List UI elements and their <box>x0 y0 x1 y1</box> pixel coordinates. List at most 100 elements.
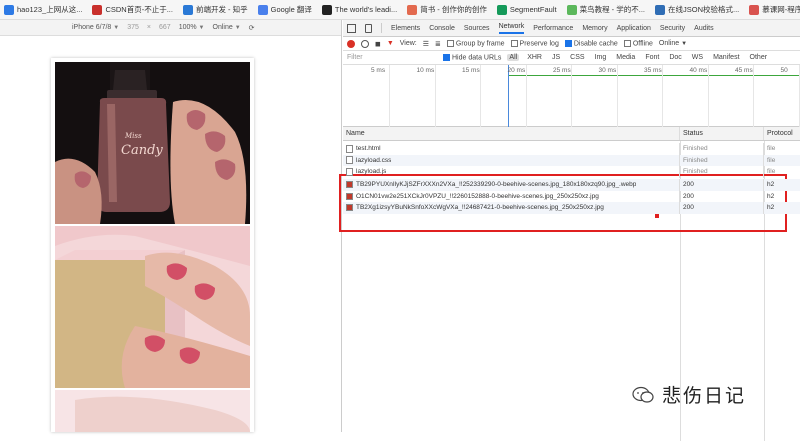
device-pane: iPhone 6/7/8 ▼ 375 × 667 100% ▼ Online ▼… <box>0 20 342 432</box>
request-row[interactable]: test.htmlFinishedfile <box>343 143 800 155</box>
bookmark-label: Google 翻译 <box>271 4 312 15</box>
device-toggle-icon[interactable] <box>365 24 372 33</box>
timeline-gridline <box>435 65 436 127</box>
network-throttle-select[interactable]: Online ▼ <box>213 24 241 31</box>
svg-text:Candy: Candy <box>121 143 163 158</box>
tab-security[interactable]: Security <box>660 25 685 32</box>
timeline-tick-label: 40 ms <box>690 67 708 74</box>
group-by-frame-checkbox[interactable]: Group by frame <box>447 40 505 47</box>
request-name: TB29PYUXnIlyKJjSZFrXXXn2VXa_!!252339290-… <box>356 181 636 188</box>
tab-audits[interactable]: Audits <box>694 25 713 32</box>
bookmark-item[interactable]: 简书 - 创作你的创作 <box>407 4 487 15</box>
bookmark-item[interactable]: 在线JSON校验格式... <box>655 4 739 15</box>
timeline-gridline <box>480 65 481 127</box>
request-row[interactable]: lazyload.cssFinishedfile <box>343 155 800 167</box>
timeline-tick-label: 5 ms <box>371 67 385 74</box>
request-protocol-cell: h2 <box>764 202 800 214</box>
request-protocol-cell: file <box>764 143 800 155</box>
filter-type-ws[interactable]: WS <box>690 54 705 61</box>
zoom-select[interactable]: 100% ▼ <box>179 24 205 31</box>
timeline-tick-label: 50 <box>781 67 788 74</box>
tab-network[interactable]: Network <box>499 23 525 34</box>
bookmark-item[interactable]: hao123_上网从这... <box>4 4 82 15</box>
filter-icon[interactable]: ▼ <box>387 40 394 47</box>
bookmark-item[interactable]: 前端开发 - 知乎 <box>183 4 248 15</box>
bookmark-item[interactable]: Google 翻译 <box>258 4 312 15</box>
throttle-select[interactable]: Online ▼ <box>659 40 687 47</box>
document-file-icon <box>346 168 353 176</box>
clear-icon[interactable] <box>361 40 369 48</box>
filter-type-manifest[interactable]: Manifest <box>711 54 741 61</box>
request-status-cell: Finished <box>680 155 764 167</box>
filter-type-xhr[interactable]: XHR <box>525 54 544 61</box>
bookmark-favicon-icon <box>92 5 102 15</box>
timeline-tick-label: 35 ms <box>644 67 662 74</box>
wechat-logo-icon <box>632 386 654 404</box>
request-name-cell: TB29PYUXnIlyKJjSZFrXXXn2VXa_!!252339290-… <box>343 179 680 191</box>
request-protocol-cell: h2 <box>764 191 800 203</box>
bookmark-favicon-icon <box>407 5 417 15</box>
filter-type-media[interactable]: Media <box>614 54 637 61</box>
filter-type-font[interactable]: Font <box>643 54 661 61</box>
bookmark-item[interactable]: SegmentFault <box>497 5 557 15</box>
request-row[interactable]: TB2Xg1izsyYBuNkSnfoXXcWgVXa_!!24687421-0… <box>343 202 800 214</box>
tab-elements[interactable]: Elements <box>391 25 420 32</box>
bookmark-label: 菜鸟教程 - 学的不... <box>580 4 645 15</box>
bookmark-label: CSDN首页-不止于... <box>105 4 173 15</box>
offline-checkbox[interactable]: Offline <box>624 40 653 47</box>
request-row[interactable]: lazyload.jsFinishedfile <box>343 166 800 178</box>
request-row[interactable]: O1CN01vw2e251XCkJr0VPZU_!!2260152888-0-b… <box>343 191 800 203</box>
column-header-name[interactable]: Name <box>343 127 680 140</box>
timeline-gridline <box>571 65 572 127</box>
tab-memory[interactable]: Memory <box>582 25 607 32</box>
request-row[interactable]: TB29PYUXnIlyKJjSZFrXXXn2VXa_!!252339290-… <box>343 179 800 191</box>
bookmark-item[interactable]: 菜鸟教程 - 学的不... <box>567 4 645 15</box>
bookmark-item[interactable]: 慕课网-程序员的梦... <box>749 4 800 15</box>
disable-cache-checkbox[interactable]: Disable cache <box>565 40 618 47</box>
filter-type-other[interactable]: Other <box>748 54 770 61</box>
tab-application[interactable]: Application <box>617 25 651 32</box>
image-file-icon <box>346 193 353 200</box>
waterfall-view-icon[interactable]: ≣ <box>435 40 441 48</box>
bookmark-favicon-icon <box>567 5 577 15</box>
device-width-input[interactable]: 375 <box>127 24 139 31</box>
filter-type-img[interactable]: Img <box>593 54 609 61</box>
filter-input[interactable]: Filter <box>347 54 437 61</box>
bookmarks-bar: hao123_上网从这... CSDN首页-不止于... 前端开发 - 知乎 Goog… <box>0 0 800 20</box>
filter-type-all[interactable]: All <box>507 54 519 61</box>
filter-type-js[interactable]: JS <box>550 54 562 61</box>
list-view-icon[interactable]: ☰ <box>423 40 429 48</box>
inspect-element-icon[interactable] <box>347 24 356 33</box>
bookmark-favicon-icon <box>749 5 759 15</box>
tab-sources[interactable]: Sources <box>464 25 490 32</box>
request-name-cell: TB2Xg1izsyYBuNkSnfoXXcWgVXa_!!24687421-0… <box>343 202 680 214</box>
chevron-down-icon: ▼ <box>235 25 241 31</box>
bookmark-item[interactable]: The world's leadi... <box>322 5 397 15</box>
column-header-status[interactable]: Status <box>680 127 764 140</box>
requests-table-header: Name Status Protocol <box>343 127 800 141</box>
bookmark-item[interactable]: CSDN首页-不止于... <box>92 4 173 15</box>
request-name-cell: O1CN01vw2e251XCkJr0VPZU_!!2260152888-0-b… <box>343 191 680 203</box>
request-name-cell: lazyload.js <box>343 166 680 178</box>
preserve-log-checkbox[interactable]: Preserve log <box>511 40 559 47</box>
bookmark-label: The world's leadi... <box>335 5 397 14</box>
devtools-tab-bar: Elements Console Sources Network Performance… <box>343 20 800 37</box>
filter-type-css[interactable]: CSS <box>568 54 586 61</box>
filter-type-doc[interactable]: Doc <box>667 54 683 61</box>
watermark: 悲伤日记 <box>632 381 746 408</box>
rotate-icon[interactable]: ⟳ <box>249 24 255 32</box>
record-icon[interactable] <box>347 40 355 48</box>
column-header-protocol[interactable]: Protocol <box>764 127 800 140</box>
request-protocol-cell: file <box>764 155 800 167</box>
tab-performance[interactable]: Performance <box>533 25 573 32</box>
device-height-input[interactable]: 667 <box>159 24 171 31</box>
request-name: TB2Xg1izsyYBuNkSnfoXXcWgVXa_!!24687421-0… <box>356 204 604 211</box>
tab-console[interactable]: Console <box>429 25 455 32</box>
request-status-cell: Finished <box>680 166 764 178</box>
network-timeline-overview: 5 ms10 ms15 ms20 ms25 ms30 ms35 ms40 ms4… <box>343 65 800 127</box>
request-status-cell: 200 <box>680 191 764 203</box>
device-select[interactable]: iPhone 6/7/8 ▼ <box>72 24 119 31</box>
camera-icon[interactable]: ◼ <box>375 40 381 48</box>
nail-pink-box-image <box>55 226 250 388</box>
hide-data-urls-checkbox[interactable]: Hide data URLs <box>443 54 501 61</box>
